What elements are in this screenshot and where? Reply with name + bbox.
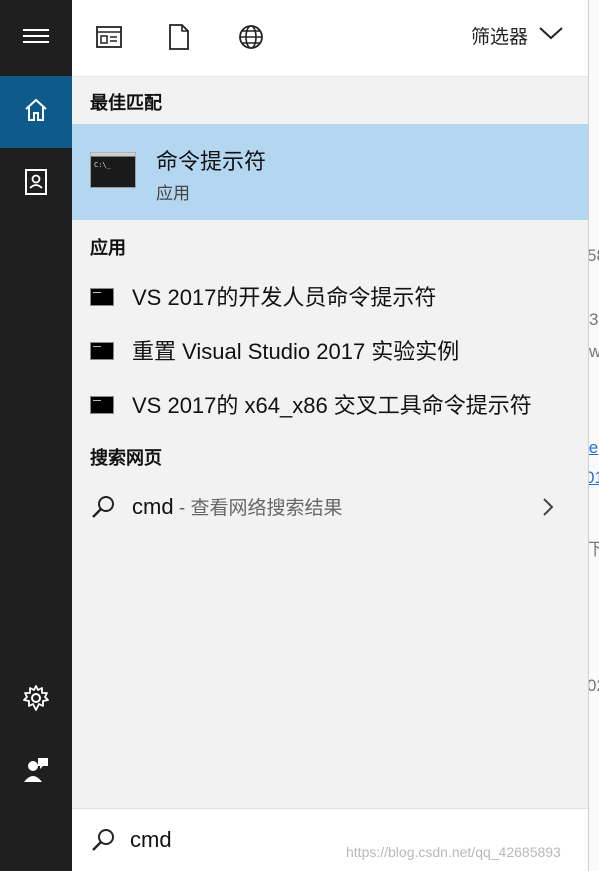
documents-filter-button[interactable] bbox=[164, 23, 194, 55]
search-icon bbox=[90, 494, 116, 525]
settings-icon bbox=[22, 684, 50, 717]
web-filter-button[interactable] bbox=[236, 24, 266, 54]
terminal-icon bbox=[90, 396, 114, 414]
bg-text: 58 bbox=[589, 246, 599, 265]
app-label: VS 2017的 x64_x86 交叉工具命令提示符 bbox=[132, 393, 532, 418]
feedback-button[interactable] bbox=[0, 744, 72, 800]
list-item[interactable]: VS 2017的开发人员命令提示符 bbox=[72, 272, 588, 320]
search-icon bbox=[90, 827, 116, 858]
app-label: 重置 Visual Studio 2017 实验实例 bbox=[132, 339, 460, 364]
home-button[interactable] bbox=[0, 76, 72, 148]
bg-link: ie bbox=[589, 438, 599, 457]
web-icon bbox=[238, 24, 264, 55]
watermark: https://blog.csdn.net/qq_42685893 bbox=[346, 844, 561, 860]
list-item[interactable]: VS 2017的 x64_x86 交叉工具命令提示符 bbox=[72, 380, 588, 428]
svg-text:C:\_: C:\_ bbox=[94, 161, 112, 169]
best-match-item[interactable]: C:\_ 命令提示符 应用 bbox=[72, 124, 588, 220]
settings-button[interactable] bbox=[0, 672, 72, 728]
app-label: VS 2017的开发人员命令提示符 bbox=[132, 285, 437, 310]
chevron-right-icon[interactable] bbox=[542, 497, 554, 522]
section-web: 搜索网页 bbox=[90, 448, 162, 468]
home-icon bbox=[23, 97, 49, 128]
bg-text: 02 bbox=[589, 676, 599, 695]
section-best-match: 最佳匹配 bbox=[90, 93, 162, 113]
search-topbar: 筛选器 bbox=[72, 0, 588, 77]
notebook-icon bbox=[24, 168, 48, 200]
web-query: cmd bbox=[132, 494, 174, 519]
web-hint: - 查看网络搜索结果 bbox=[173, 498, 343, 519]
command-prompt-icon: C:\_ bbox=[90, 152, 136, 193]
list-item[interactable]: 重置 Visual Studio 2017 实验实例 bbox=[72, 326, 588, 374]
chevron-down-icon bbox=[538, 25, 564, 47]
document-icon bbox=[168, 23, 190, 55]
menu-icon bbox=[23, 28, 49, 49]
notebook-button[interactable] bbox=[0, 150, 72, 218]
background-window: 58 3 w ie 01 下 02 bbox=[589, 0, 599, 871]
bg-link: 01 bbox=[589, 468, 599, 487]
web-search-item[interactable]: cmd - 查看网络搜索结果 bbox=[72, 482, 588, 532]
user-feedback-icon bbox=[23, 757, 49, 788]
bg-text: 3 bbox=[589, 310, 599, 329]
filter-dropdown[interactable]: 筛选器 bbox=[471, 22, 564, 49]
apps-filter-button[interactable] bbox=[94, 24, 124, 54]
apps-icon bbox=[96, 25, 122, 53]
search-panel: 筛选器 最佳匹配 C:\_ 命令提示符 应用 应用 VS 2017的开发人员命令… bbox=[72, 0, 589, 872]
best-match-title: 命令提示符 bbox=[156, 149, 267, 174]
left-rail bbox=[0, 0, 72, 871]
section-apps: 应用 bbox=[90, 238, 126, 258]
terminal-icon bbox=[90, 342, 114, 360]
bg-text: w bbox=[589, 342, 599, 361]
filter-label: 筛选器 bbox=[470, 27, 528, 48]
best-match-subtitle: 应用 bbox=[156, 184, 190, 203]
search-box[interactable] bbox=[72, 808, 588, 872]
terminal-icon bbox=[90, 288, 114, 306]
bg-text: 下 bbox=[589, 540, 599, 559]
menu-button[interactable] bbox=[0, 0, 72, 76]
